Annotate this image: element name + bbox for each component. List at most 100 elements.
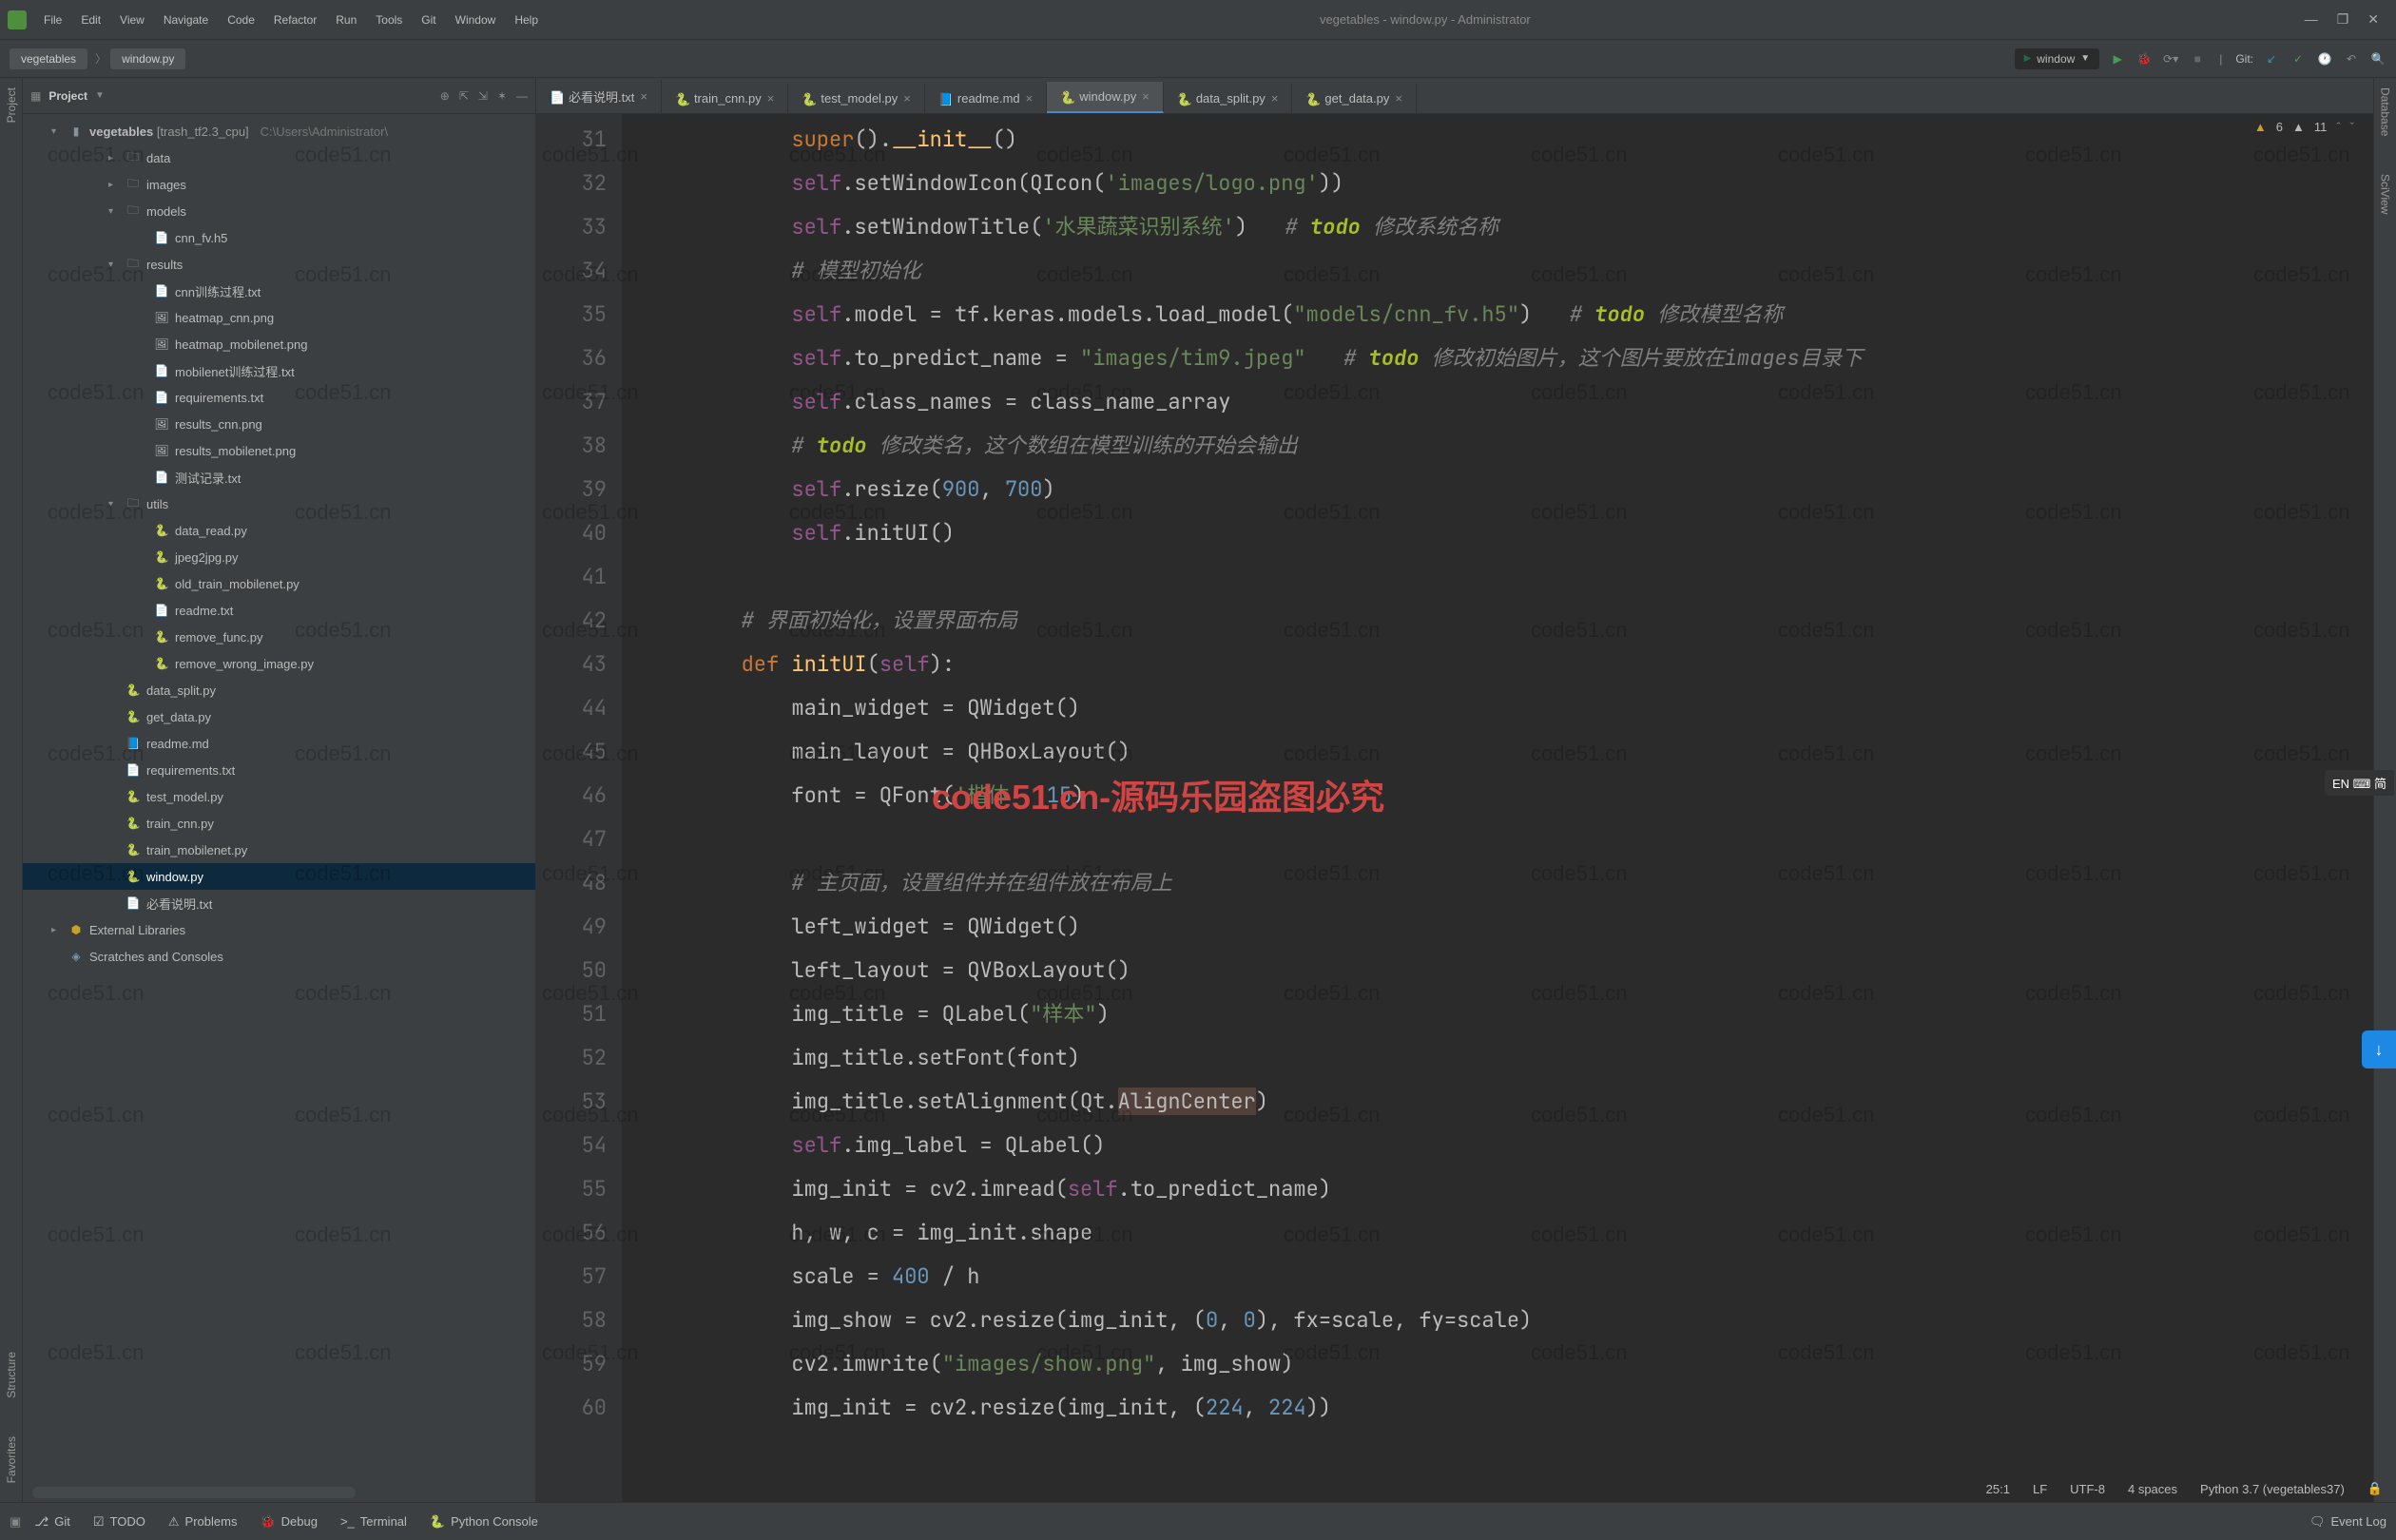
tree-item-window.py[interactable]: 🐍window.py bbox=[23, 863, 535, 890]
expand-icon[interactable]: ⇱ bbox=[459, 89, 469, 103]
tree-root[interactable]: ▾ ▮ vegetables [trash_tf2.3_cpu] C:\User… bbox=[23, 118, 535, 144]
git-update-icon[interactable]: ↙ bbox=[2263, 50, 2280, 67]
floating-download-button[interactable] bbox=[2362, 1030, 2396, 1068]
tree-item-requirements.txt[interactable]: 📄requirements.txt bbox=[23, 757, 535, 783]
rail-project[interactable]: Project bbox=[5, 87, 18, 123]
run-button[interactable]: ▶ bbox=[2109, 50, 2126, 67]
tree-item-cnn_fv.h5[interactable]: 📄cnn_fv.h5 bbox=[23, 224, 535, 251]
hide-icon[interactable]: — bbox=[516, 89, 528, 103]
menu-refactor[interactable]: Refactor bbox=[266, 10, 324, 30]
close-tab-icon[interactable]: × bbox=[1271, 91, 1279, 106]
rail-database[interactable]: Database bbox=[2379, 87, 2392, 136]
tree-horizontal-scrollbar[interactable] bbox=[32, 1487, 356, 1498]
close-tab-icon[interactable]: × bbox=[903, 91, 911, 106]
python-interpreter[interactable]: Python 3.7 (vegetables37) bbox=[2200, 1482, 2345, 1496]
tree-item-readme.md[interactable]: 📘readme.md bbox=[23, 730, 535, 757]
tree-item-External Libraries[interactable]: ▸⬢External Libraries bbox=[23, 916, 535, 943]
git-commit-icon[interactable]: ✓ bbox=[2290, 50, 2307, 67]
breadcrumb-project[interactable]: vegetables bbox=[10, 48, 87, 69]
tree-item-requirements.txt[interactable]: 📄requirements.txt bbox=[23, 384, 535, 411]
caret-position[interactable]: 25:1 bbox=[1986, 1482, 2010, 1496]
lock-icon[interactable]: 🔒 bbox=[2367, 1481, 2383, 1496]
editor-tab-train_cnn.py[interactable]: 🐍train_cnn.py× bbox=[662, 84, 788, 113]
collapse-icon[interactable]: ▾ bbox=[51, 126, 63, 137]
close-tab-icon[interactable]: × bbox=[640, 89, 647, 104]
maximize-icon[interactable]: ❐ bbox=[2337, 11, 2349, 28]
close-tab-icon[interactable]: × bbox=[1142, 89, 1150, 104]
menu-view[interactable]: View bbox=[112, 10, 152, 30]
menu-navigate[interactable]: Navigate bbox=[156, 10, 216, 30]
bottom-tool-debug[interactable]: 🐞Debug bbox=[260, 1514, 318, 1530]
bottom-tool-python-console[interactable]: 🐍Python Console bbox=[430, 1514, 538, 1530]
menu-edit[interactable]: Edit bbox=[73, 10, 108, 30]
tree-item-train_mobilenet.py[interactable]: 🐍train_mobilenet.py bbox=[23, 837, 535, 863]
menu-git[interactable]: Git bbox=[414, 10, 443, 30]
collapse-icon[interactable]: ⇲ bbox=[478, 89, 488, 103]
tree-item-train_cnn.py[interactable]: 🐍train_cnn.py bbox=[23, 810, 535, 837]
tree-item-results_cnn.png[interactable]: 🖼results_cnn.png bbox=[23, 411, 535, 437]
tree-item-mobilenet训练过程.txt[interactable]: 📄mobilenet训练过程.txt bbox=[23, 357, 535, 384]
bottom-tool-terminal[interactable]: >_Terminal bbox=[340, 1514, 407, 1530]
bottom-tool-problems[interactable]: ⚠Problems bbox=[168, 1514, 238, 1530]
ime-indicator[interactable]: EN ⌨ 简 bbox=[2325, 770, 2394, 796]
tree-item-jpeg2jpg.py[interactable]: 🐍jpeg2jpg.py bbox=[23, 544, 535, 570]
run-config-selector[interactable]: window ▼ bbox=[2015, 48, 2100, 69]
tree-item-Scratches and Consoles[interactable]: ◈Scratches and Consoles bbox=[23, 943, 535, 970]
project-panel-title[interactable]: Project bbox=[48, 89, 87, 103]
editor-tab-必看说明.txt[interactable]: 📄必看说明.txt× bbox=[536, 80, 662, 113]
menu-run[interactable]: Run bbox=[328, 10, 364, 30]
line-ending[interactable]: LF bbox=[2033, 1482, 2047, 1496]
git-history-icon[interactable]: 🕐 bbox=[2316, 50, 2333, 67]
rail-favorites[interactable]: Favorites bbox=[5, 1436, 18, 1483]
tree-item-remove_wrong_image.py[interactable]: 🐍remove_wrong_image.py bbox=[23, 650, 535, 677]
tree-item-remove_func.py[interactable]: 🐍remove_func.py bbox=[23, 624, 535, 650]
editor-tab-data_split.py[interactable]: 🐍data_split.py× bbox=[1164, 84, 1293, 113]
event-log-button[interactable]: 🗨 Event Log bbox=[2309, 1514, 2386, 1530]
tree-item-models[interactable]: ▾🗀models bbox=[23, 198, 535, 224]
menu-help[interactable]: Help bbox=[507, 10, 546, 30]
more-run-icon[interactable]: ⟳▾ bbox=[2162, 50, 2179, 67]
chevron-down-icon[interactable]: ▼ bbox=[95, 90, 105, 101]
locate-icon[interactable]: ⊕ bbox=[440, 89, 450, 103]
tree-item-必看说明.txt[interactable]: 📄必看说明.txt bbox=[23, 890, 535, 916]
tree-item-readme.txt[interactable]: 📄readme.txt bbox=[23, 597, 535, 624]
close-tab-icon[interactable]: × bbox=[1026, 91, 1034, 106]
tree-item-data_split.py[interactable]: 🐍data_split.py bbox=[23, 677, 535, 703]
expand-icon[interactable]: ▾ bbox=[108, 206, 120, 217]
inspection-widget[interactable]: ▲ 6 ▲ 11 ˆ ˇ bbox=[2254, 120, 2354, 134]
tree-item-results[interactable]: ▾🗀results bbox=[23, 251, 535, 278]
stop-button[interactable]: ■ bbox=[2189, 50, 2206, 67]
editor-tab-get_data.py[interactable]: 🐍get_data.py× bbox=[1292, 84, 1417, 113]
expand-icon[interactable]: ▸ bbox=[51, 925, 63, 935]
debug-button[interactable]: 🐞 bbox=[2135, 50, 2153, 67]
next-highlight-icon[interactable]: ˇ bbox=[2350, 120, 2354, 134]
expand-icon[interactable]: ▸ bbox=[108, 180, 120, 190]
search-icon[interactable]: 🔍 bbox=[2369, 50, 2386, 67]
code-editor[interactable]: super().__init__() self.setWindowIcon(QI… bbox=[622, 114, 2373, 1502]
bottom-tool-todo[interactable]: ☑TODO bbox=[93, 1514, 145, 1530]
tree-item-测试记录.txt[interactable]: 📄测试记录.txt bbox=[23, 464, 535, 491]
tree-item-data_read.py[interactable]: 🐍data_read.py bbox=[23, 517, 535, 544]
close-icon[interactable]: ✕ bbox=[2367, 11, 2379, 28]
menu-file[interactable]: File bbox=[36, 10, 69, 30]
breadcrumb-file[interactable]: window.py bbox=[110, 48, 185, 69]
menu-code[interactable]: Code bbox=[220, 10, 262, 30]
tree-item-heatmap_mobilenet.png[interactable]: 🖼heatmap_mobilenet.png bbox=[23, 331, 535, 357]
tree-item-cnn训练过程.txt[interactable]: 📄cnn训练过程.txt bbox=[23, 278, 535, 304]
expand-icon[interactable]: ▸ bbox=[108, 153, 120, 164]
tree-item-old_train_mobilenet.py[interactable]: 🐍old_train_mobilenet.py bbox=[23, 570, 535, 597]
tool-window-quick-icon[interactable]: ▣ bbox=[10, 1514, 21, 1530]
expand-icon[interactable]: ▾ bbox=[108, 260, 120, 270]
editor-tab-readme.md[interactable]: 📘readme.md× bbox=[925, 84, 1047, 113]
project-view-icon[interactable]: ▦ bbox=[30, 89, 41, 103]
editor-tab-test_model.py[interactable]: 🐍test_model.py× bbox=[788, 84, 925, 113]
menu-tools[interactable]: Tools bbox=[368, 10, 410, 30]
editor-tab-window.py[interactable]: 🐍window.py× bbox=[1047, 82, 1164, 113]
indent-settings[interactable]: 4 spaces bbox=[2128, 1482, 2177, 1496]
tree-item-get_data.py[interactable]: 🐍get_data.py bbox=[23, 703, 535, 730]
prev-highlight-icon[interactable]: ˆ bbox=[2336, 120, 2340, 134]
close-tab-icon[interactable]: × bbox=[1395, 91, 1402, 106]
close-tab-icon[interactable]: × bbox=[767, 91, 775, 106]
git-revert-icon[interactable]: ↶ bbox=[2343, 50, 2360, 67]
tree-item-utils[interactable]: ▾🗀utils bbox=[23, 491, 535, 517]
